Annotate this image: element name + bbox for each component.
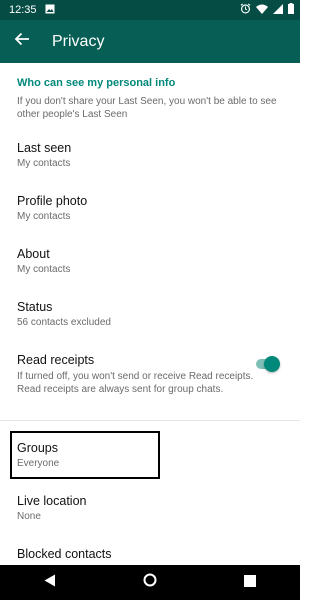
setting-read-receipts[interactable]: Read receipts If turned off, you won't s… [0,345,300,415]
setting-status[interactable]: Status 56 contacts excluded [0,292,300,340]
setting-title: Live location [17,494,87,508]
toggle-knob [264,356,280,372]
setting-about[interactable]: About My contacts [0,239,300,287]
nav-home-button[interactable] [130,565,170,600]
back-button[interactable] [2,20,42,63]
setting-value: My contacts [17,264,71,275]
status-time: 12:35 [9,4,37,16]
setting-value: 56 contacts excluded [17,317,111,328]
app-bar: Privacy [0,20,300,63]
setting-title: Profile photo [17,194,88,208]
setting-title: About [17,247,50,261]
privacy-settings-list[interactable]: Who can see my personal info If you don'… [0,63,300,565]
setting-title: Blocked contacts [17,547,112,561]
signal-icon [273,3,283,17]
setting-title: Read receipts [17,353,95,367]
section-header: Who can see my personal info [17,77,176,89]
navigation-bar [0,565,300,600]
setting-title: Status [17,300,53,314]
wifi-icon [256,4,268,17]
setting-description: If turned off, you won't send or receive… [17,371,254,395]
divider [0,420,300,421]
setting-profile-photo[interactable]: Profile photo My contacts [0,186,300,234]
setting-value: My contacts [17,158,71,169]
image-icon [45,4,55,17]
nav-back-button[interactable] [30,565,70,600]
arrow-back-icon [14,31,30,52]
highlight-box [10,431,160,479]
setting-title: Last seen [17,141,72,155]
setting-last-seen[interactable]: Last seen My contacts [0,133,300,181]
page-title: Privacy [52,32,105,50]
nav-recents-button[interactable] [230,565,270,600]
setting-blocked-contacts[interactable]: Blocked contacts [0,539,300,565]
triangle-back-icon [44,574,56,592]
setting-value: My contacts [17,211,71,222]
battery-icon [288,3,294,17]
alarm-icon [240,3,251,17]
status-bar: 12:35 [0,0,300,20]
square-recents-icon [244,574,256,592]
setting-live-location[interactable]: Live location None [0,486,300,534]
circle-home-icon [143,573,157,592]
section-note: If you don't share your Last Seen, you w… [17,96,277,120]
read-receipts-toggle[interactable] [254,356,280,372]
setting-value: None [17,511,41,522]
